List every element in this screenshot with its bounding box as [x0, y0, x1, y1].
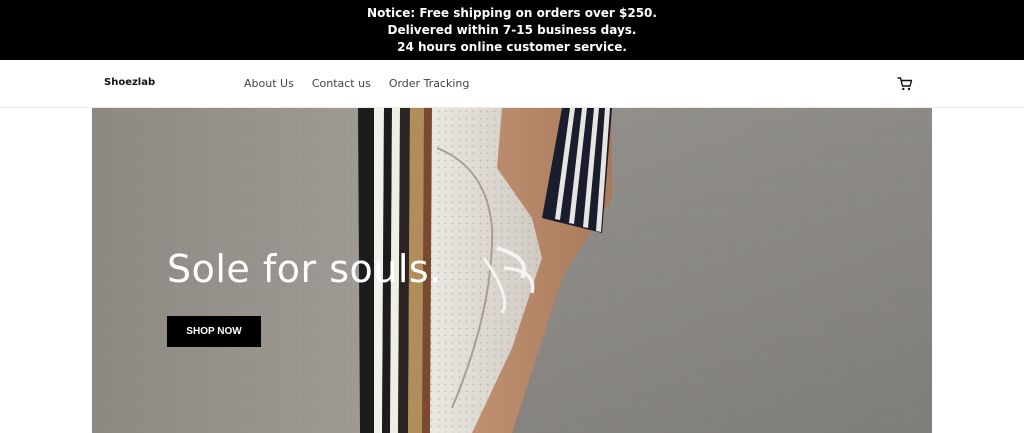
- nav-order-tracking[interactable]: Order Tracking: [389, 77, 470, 90]
- hero-banner: Sole for souls. SHOP NOW: [92, 108, 932, 433]
- hero-title: Sole for souls.: [167, 247, 442, 291]
- notice-line-1: Notice: Free shipping on orders over $25…: [367, 6, 657, 20]
- shop-now-button[interactable]: SHOP NOW: [167, 316, 261, 347]
- site-header: Shoezlab About Us Contact us Order Track…: [0, 60, 1024, 108]
- notice-bar: Notice: Free shipping on orders over $25…: [0, 0, 1024, 60]
- main-nav: About Us Contact us Order Tracking: [244, 77, 487, 90]
- nav-about-us[interactable]: About Us: [244, 77, 294, 90]
- cart-icon[interactable]: [897, 76, 913, 92]
- nav-contact-us[interactable]: Contact us: [312, 77, 371, 90]
- site-logo[interactable]: Shoezlab: [104, 77, 155, 88]
- notice-line-3: 24 hours online customer service.: [397, 40, 627, 54]
- notice-line-2: Delivered within 7-15 business days.: [387, 23, 637, 37]
